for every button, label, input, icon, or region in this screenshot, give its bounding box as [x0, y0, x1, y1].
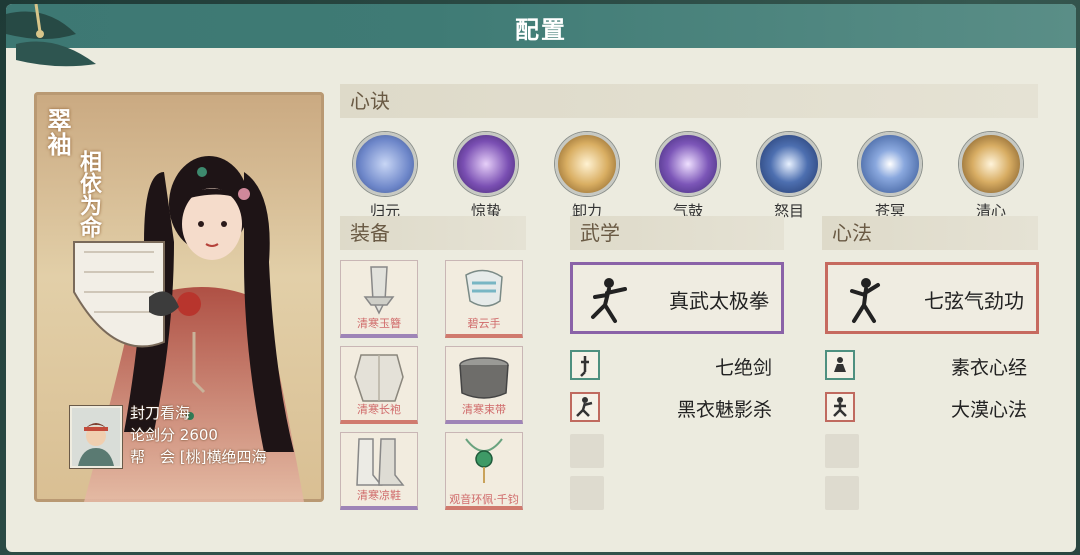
equipment-slot[interactable]: 清寒束带	[445, 346, 523, 424]
skill-item[interactable]: 惊蛰	[451, 132, 521, 221]
scripture-icon	[825, 350, 855, 380]
character-title: 翠袖	[43, 108, 72, 156]
equipment-name: 清寒长袍	[357, 403, 401, 416]
skill-item[interactable]: 清心	[956, 132, 1026, 221]
martial-sub-skill[interactable]: 黑衣魅影杀	[570, 392, 772, 426]
player-avatar-icon	[72, 408, 120, 466]
score-line: 论剑分 2600	[130, 424, 267, 446]
character-card[interactable]: 翠袖 相依为命 封刀看海 论剑分 2600 帮 会 [桃]横绝四海	[34, 92, 324, 502]
martial-main-skill[interactable]: 真武太极拳	[570, 262, 784, 334]
qigong-icon	[850, 278, 880, 323]
empty-slot[interactable]	[570, 476, 604, 510]
config-window: 配置 翠袖 相依为命 封刀看海 论剑分 2600 帮 会 [桃]横绝四海 心诀 …	[6, 4, 1076, 552]
xinfa-main-skill[interactable]: 七弦气劲功	[825, 262, 1039, 334]
avatar[interactable]	[70, 406, 122, 468]
fighter-icon	[591, 278, 627, 323]
equipment-slot[interactable]: 清寒玉簪	[340, 260, 418, 338]
equipment-name: 碧云手	[467, 317, 501, 330]
equipment-slot[interactable]: 清寒长袍	[340, 346, 418, 424]
equipment-name: 清寒束带	[462, 403, 506, 416]
skill-row: 归元 惊蛰 卸力 气鼓 怒目 苍冥 清心	[350, 132, 1040, 220]
skill-item[interactable]: 卸力	[552, 132, 622, 221]
equipment-slot[interactable]: 观音环佩·千钧	[445, 432, 523, 510]
robe-icon	[354, 354, 404, 402]
xinfa-sub-skill[interactable]: 大漠心法	[825, 392, 1027, 426]
section-header-equipment: 装备	[340, 216, 526, 250]
score-value: 2600	[179, 426, 218, 444]
player-text: 封刀看海 论剑分 2600 帮 会 [桃]横绝四海	[130, 402, 267, 468]
martial-sub-name: 七绝剑	[714, 357, 772, 379]
martial-sub-skill[interactable]: 七绝剑	[570, 350, 772, 384]
pendant-icon	[465, 438, 503, 483]
skill-item[interactable]: 苍冥	[855, 132, 925, 221]
lotus-icon	[959, 132, 1023, 196]
lightning-icon	[454, 132, 518, 196]
taiji-icon	[858, 132, 922, 196]
xinfa-sub-skill[interactable]: 素衣心经	[825, 350, 1027, 384]
equipment-slot[interactable]: 碧云手	[445, 260, 523, 338]
equipment-name: 清寒玉簪	[357, 317, 401, 330]
swirl-icon	[555, 132, 619, 196]
martial-sub-name: 黑衣魅影杀	[676, 399, 772, 421]
guild-name: [桃]横绝四海	[179, 448, 267, 466]
player-info: 封刀看海 论剑分 2600 帮 会 [桃]横绝四海	[70, 400, 310, 470]
desert-art-icon	[825, 392, 855, 422]
empty-slot[interactable]	[825, 434, 859, 468]
shadow-strike-icon	[570, 392, 600, 422]
character-subtitle: 相依为命	[76, 150, 102, 238]
skill-item[interactable]: 气鼓	[653, 132, 723, 221]
eye-icon	[757, 132, 821, 196]
equipment-slot[interactable]: 清寒凉鞋	[340, 432, 418, 510]
section-header-xinfa: 心法	[822, 216, 1038, 250]
skill-item[interactable]: 归元	[350, 132, 420, 221]
martial-main-name: 真武太极拳	[669, 289, 769, 313]
equipment-name: 清寒凉鞋	[357, 489, 401, 502]
belt-icon	[459, 357, 509, 399]
section-header-martial: 武学	[570, 216, 784, 250]
xinfa-sub-name: 素衣心经	[950, 357, 1027, 379]
guild-label: 帮 会	[130, 448, 176, 466]
score-label: 论剑分	[130, 426, 176, 444]
player-name: 封刀看海	[130, 404, 191, 422]
section-header-xinjue: 心诀	[340, 84, 1038, 118]
title-bar: 配置	[6, 4, 1076, 67]
xinfa-main-name: 七弦气劲功	[924, 289, 1024, 313]
meditation-icon	[353, 132, 417, 196]
vortex-icon	[656, 132, 720, 196]
skill-item[interactable]: 怒目	[754, 132, 824, 221]
window-title: 配置	[515, 16, 567, 44]
equipment-name: 观音环佩·千钧	[449, 493, 519, 506]
sword-icon	[570, 350, 600, 380]
empty-slot[interactable]	[825, 476, 859, 510]
gauntlet-icon	[465, 269, 503, 307]
empty-slot[interactable]	[570, 434, 604, 468]
xinfa-sub-name: 大漠心法	[950, 399, 1027, 421]
guild-line: 帮 会 [桃]横绝四海	[130, 446, 267, 468]
hairpin-icon	[363, 266, 395, 315]
boots-icon	[356, 438, 405, 486]
